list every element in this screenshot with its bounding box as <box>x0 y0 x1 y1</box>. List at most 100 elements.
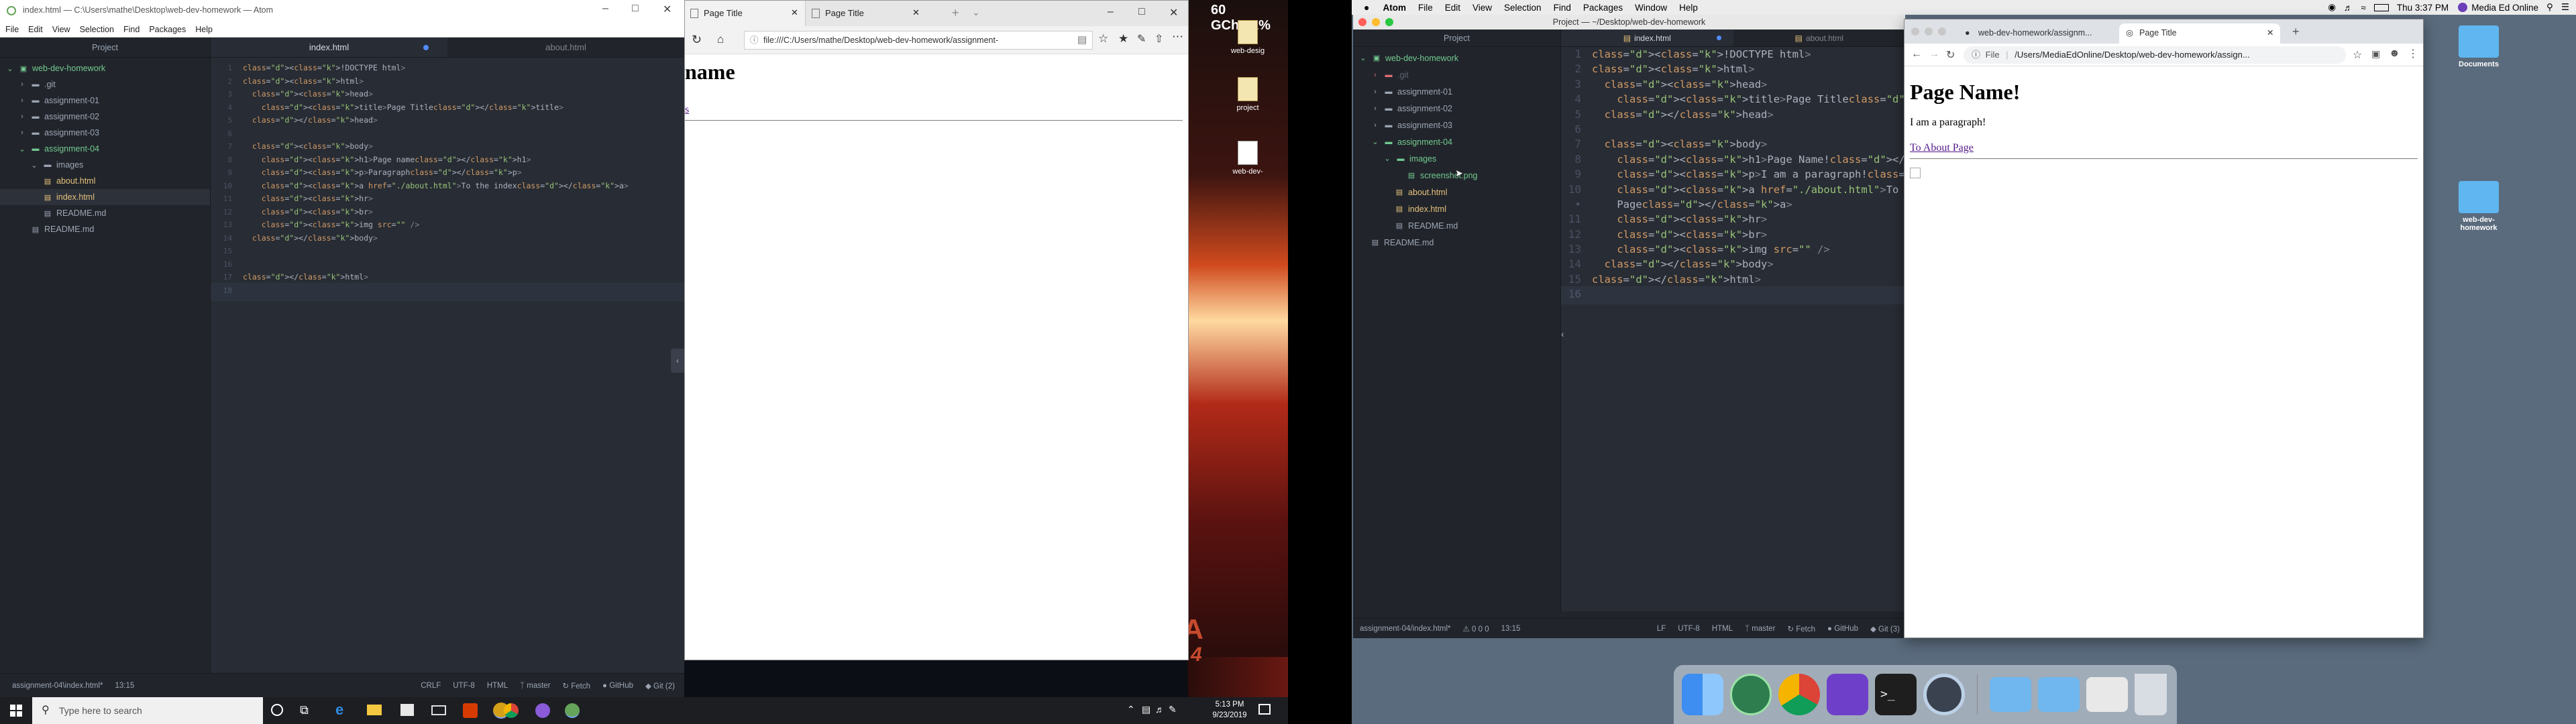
github-desktop-dock-icon[interactable] <box>1827 674 1868 715</box>
tree-item-readme-root[interactable]: ▤ README.md <box>1353 234 1560 251</box>
code-line[interactable]: class="d"><class="k">img src="" /> <box>1592 242 1904 257</box>
menu-file[interactable]: File <box>5 25 19 34</box>
downloads-stack-dock-icon[interactable] <box>2086 677 2128 712</box>
code-line[interactable]: class="d"><class="k">br> <box>1592 227 1904 242</box>
menu-packages[interactable]: Packages <box>149 25 186 34</box>
documents-folder-dock-icon[interactable] <box>2038 677 2080 712</box>
chrome-tab-github[interactable]: ● web-dev-homework/assignm... <box>1958 23 2119 44</box>
profile-icon[interactable]: ☻ <box>2389 48 2400 60</box>
code-area[interactable]: class="d"><class="k">!DOCTYPE html> class… <box>1592 47 1905 302</box>
taskbar-search-box[interactable]: ⚲ Type here to search <box>32 697 263 724</box>
tab-about-html[interactable]: about.html <box>447 38 684 57</box>
menu-atom[interactable]: Atom <box>1383 3 1406 13</box>
menu-find[interactable]: Find <box>1554 3 1571 13</box>
code-line[interactable]: class="d"></class="k">body> <box>243 232 679 245</box>
zoom-button[interactable] <box>1385 18 1393 26</box>
tree-item-git[interactable]: › ▬ .git <box>0 76 210 93</box>
code-line[interactable]: class="d"><class="k">h1>Page nameclass="… <box>243 154 679 167</box>
desktop-icon-web-dev-homework[interactable]: web-dev-homework <box>2445 181 2512 232</box>
task-view-icon[interactable]: ⧉ <box>300 703 309 717</box>
code-line[interactable]: Pageclass="d"></class="k">a> <box>1592 197 1904 212</box>
code-line[interactable]: class="d"><class="k">p>I am a paragraph!… <box>1592 167 1905 182</box>
desktop-icon-project[interactable]: project <box>1224 77 1271 112</box>
tab-list-button[interactable]: ⌄ <box>972 7 980 18</box>
code-line[interactable] <box>243 258 679 272</box>
status-github[interactable]: ● GitHub <box>602 682 633 690</box>
menu-file[interactable]: File <box>1418 3 1433 13</box>
code-line[interactable]: class="d"><class="k">h1>Page Name!class=… <box>1592 152 1905 167</box>
favorites-list-icon[interactable]: ★ <box>1118 32 1128 46</box>
minimize-button[interactable]: – <box>602 3 608 15</box>
cortana-icon[interactable] <box>271 704 283 716</box>
forward-icon[interactable]: → <box>1929 48 1939 60</box>
code-line[interactable]: class="d"><class="k">hr> <box>243 192 679 206</box>
code-line[interactable]: class="d"><class="k">head> <box>243 88 679 101</box>
tree-item-readme-root[interactable]: ▤ README.md <box>0 221 210 237</box>
status-file-path[interactable]: assignment-04\index.html* <box>12 682 103 690</box>
desktop-icon-documents[interactable]: Documents <box>2445 25 2512 68</box>
store-taskbar-icon[interactable] <box>400 704 414 716</box>
search-icon[interactable]: ⚲ <box>2546 2 2553 13</box>
bookmark-star-icon[interactable]: ☆ <box>2353 48 2362 62</box>
more-icon[interactable]: ⋯ <box>1172 30 1183 44</box>
menu-view[interactable]: View <box>52 25 70 34</box>
tree-item-about-html[interactable]: ▤ about.html <box>0 173 210 189</box>
tab-index-html[interactable]: ▤ index.html <box>1561 29 1733 46</box>
more-icon[interactable]: ⋮ <box>2408 47 2418 60</box>
tree-item-assignment-02[interactable]: › ▬ assignment-02 <box>1353 100 1560 117</box>
status-git[interactable]: ◆ Git (3) <box>1870 624 1900 634</box>
tab-close-icon[interactable]: ✕ <box>791 7 798 18</box>
refresh-icon[interactable]: ↻ <box>692 33 702 47</box>
atom-taskbar-icon[interactable] <box>565 703 580 718</box>
status-line-ending[interactable]: CRLF <box>421 682 441 690</box>
status-branch[interactable]: ᛉ master <box>1745 625 1775 633</box>
status-diagnostics[interactable]: ⚠ 0 0 0 <box>1463 624 1489 634</box>
code-line[interactable]: class="d"><class="k">body> <box>1592 137 1904 152</box>
office-taskbar-icon[interactable] <box>463 703 478 718</box>
code-line[interactable]: class="d"><class="k">img src="" /> <box>243 219 679 232</box>
mail-taskbar-icon[interactable] <box>431 705 446 715</box>
status-grammar[interactable]: HTML <box>487 682 508 690</box>
code-line[interactable]: class="d"><class="k">title>Page Titlecla… <box>243 101 679 115</box>
new-tab-button[interactable]: + <box>2292 25 2300 39</box>
tree-item-images[interactable]: ⌄ ▬ images <box>1353 150 1560 167</box>
code-line[interactable]: class="d"></class="k">html> <box>1592 272 1904 287</box>
close-button[interactable]: ✕ <box>1169 6 1178 19</box>
menu-selection[interactable]: Selection <box>1504 3 1542 13</box>
tab-about-html[interactable]: ▤ about.html <box>1733 29 1906 46</box>
status-grammar[interactable]: HTML <box>1712 625 1733 633</box>
code-line[interactable]: class="d"><class="k">a href="./about.htm… <box>1592 182 1905 197</box>
status-cursor-position[interactable]: 13:15 <box>1501 625 1521 633</box>
reload-icon[interactable]: ↻ <box>1946 48 1955 62</box>
battery-icon[interactable] <box>2373 3 2389 11</box>
tree-item-root[interactable]: ⌄ ▣ web-dev-homework <box>1353 50 1560 66</box>
code-line[interactable]: class="d"><class="k">html> <box>243 75 679 88</box>
tree-item-assignment-03[interactable]: › ▬ assignment-03 <box>0 125 210 141</box>
close-button[interactable] <box>1358 18 1366 26</box>
code-line[interactable]: class="d"></class="k">body> <box>1592 257 1904 272</box>
desktop-icon-web-design[interactable]: web-desig <box>1224 20 1271 55</box>
code-line[interactable] <box>243 245 679 258</box>
wifi-icon[interactable]: ≈ <box>2361 3 2365 13</box>
tree-item-assignment-03[interactable]: › ▬ assignment-03 <box>1353 117 1560 133</box>
applications-folder-dock-icon[interactable] <box>1990 677 2031 712</box>
dock-toggle-button[interactable]: ‹ <box>671 349 684 373</box>
status-github[interactable]: ● GitHub <box>1827 625 1858 633</box>
code-line[interactable]: class="d"></class="k">head> <box>1592 107 1904 122</box>
minimize-button[interactable] <box>1925 27 1933 36</box>
volume-icon[interactable]: ♬ <box>1155 704 1165 715</box>
new-tab-button[interactable]: + <box>952 6 959 20</box>
reading-view-icon[interactable]: ▤ <box>1077 34 1087 46</box>
menu-window[interactable]: Window <box>1635 3 1667 13</box>
pen-icon[interactable]: ✎ <box>1169 704 1177 715</box>
tab-close-icon[interactable]: ✕ <box>2267 27 2273 38</box>
chevron-up-icon[interactable]: ⌃ <box>1127 704 1135 715</box>
code-line[interactable]: class="d"></class="k">head> <box>243 114 679 127</box>
status-file-path[interactable]: assignment-04/index.html* <box>1360 625 1451 633</box>
menu-help[interactable]: Help <box>1679 3 1698 13</box>
code-line[interactable]: class="d"></class="k">html> <box>243 271 679 284</box>
code-line[interactable]: class="d"><class="k">br> <box>243 206 679 219</box>
notes-icon[interactable]: ✎ <box>1137 32 1146 46</box>
code-line[interactable]: class="d"><class="k">p>Paragraphclass="d… <box>243 166 679 180</box>
menu-clock[interactable]: Thu 3:37 PM <box>2397 3 2449 13</box>
